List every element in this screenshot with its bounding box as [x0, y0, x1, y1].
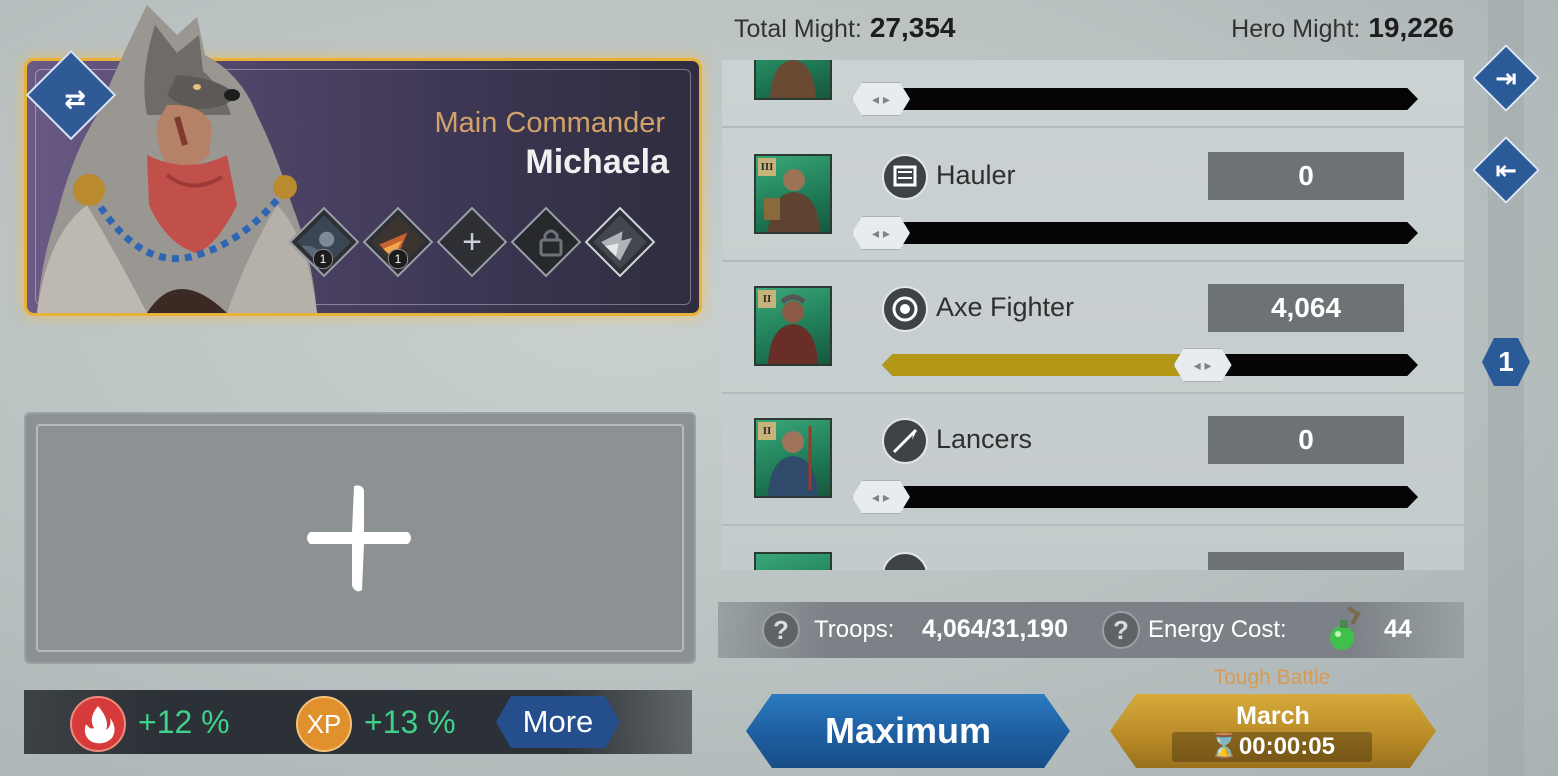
troops-label: Troops: — [814, 616, 895, 643]
more-button[interactable]: More — [496, 696, 620, 748]
total-might-value: 27,354 — [869, 12, 956, 43]
hero-might-value: 19,226 — [1368, 12, 1454, 43]
slider-handle[interactable]: ◂ ▸ — [1173, 348, 1232, 382]
axe-fighter-icon — [882, 286, 928, 332]
march-label: March — [1236, 702, 1310, 730]
hero-might: Hero Might: 19,226 — [1231, 12, 1454, 44]
troops-help-icon[interactable]: ? — [762, 611, 800, 649]
troop-count-input[interactable]: 0 — [1208, 152, 1404, 200]
maximum-label: Maximum — [824, 710, 992, 751]
secondary-commander-slot[interactable] — [24, 412, 696, 664]
troop-row-hauler: III Hauler 0 ◂ ▸ — [722, 128, 1464, 262]
total-might: Total Might: 27,354 — [734, 12, 955, 44]
troop-name: Lancers — [936, 424, 1033, 454]
troop-row-axe-fighter: II Axe Fighter 4,064 ◂ ▸ — [722, 260, 1464, 394]
hero-might-label: Hero Might: — [1231, 15, 1361, 43]
skill-count-badge: 1 — [388, 249, 408, 269]
enter-icon: ⇤ — [1495, 155, 1517, 185]
troop-portrait-axe-fighter[interactable]: II — [754, 286, 832, 366]
slider-handle[interactable]: ◂ ▸ — [852, 82, 910, 116]
tier-badge: II — [758, 422, 776, 440]
troop-count-input[interactable]: 4,064 — [1208, 284, 1404, 332]
energy-cost-label: Energy Cost: — [1148, 616, 1287, 643]
march-button[interactable]: March ⌛00:00:05 — [1110, 694, 1436, 768]
slider-handle[interactable]: ◂ ▸ — [852, 216, 910, 250]
swap-arrows-icon: ⇄ — [64, 84, 86, 114]
lancers-icon — [882, 418, 928, 464]
commander-name: Michaela — [525, 143, 669, 181]
troop-slider[interactable] — [882, 354, 1418, 376]
skill-count-badge: 1 — [313, 249, 333, 269]
troop-count-input[interactable] — [1208, 552, 1404, 570]
add-skill-icon: + — [462, 223, 482, 261]
tier-badge: II — [758, 290, 776, 308]
tier-badge: III — [758, 158, 776, 176]
energy-potion-icon — [1330, 606, 1361, 650]
troop-name: Axe Fighter — [936, 292, 1075, 322]
troop-portrait[interactable] — [754, 552, 832, 570]
troop-type-icon — [882, 552, 928, 570]
add-commander-icon — [307, 485, 411, 592]
slider-handle[interactable]: ◂ ▸ — [852, 480, 910, 514]
troop-name: Hauler — [936, 160, 1016, 190]
troop-count-input[interactable]: 0 — [1208, 416, 1404, 464]
troops-value: 4,064/31,190 — [922, 615, 1068, 643]
march-timer: ⌛00:00:05 — [1172, 732, 1372, 762]
maximum-button[interactable]: Maximum — [746, 694, 1070, 768]
troop-row: ◂ ▸ — [722, 60, 1464, 128]
troop-slider[interactable] — [882, 486, 1418, 508]
right-rail — [1488, 0, 1524, 776]
troop-portrait-hauler[interactable]: III — [754, 154, 832, 234]
march-info-strip: ? Troops: 4,064/31,190 ? Energy Cost: 44 — [718, 602, 1464, 658]
xp-bonus-icon[interactable]: XP — [296, 696, 352, 752]
hauler-icon — [882, 154, 928, 200]
troop-row-lancers: II Lancers 0 ◂ ▸ — [722, 392, 1464, 526]
bonus-bar: +12 % XP +13 % More — [24, 690, 692, 754]
battle-difficulty-label: Tough Battle — [1213, 666, 1331, 689]
commander-role: Main Commander — [434, 107, 665, 139]
energy-help-icon[interactable]: ? — [1102, 611, 1140, 649]
troop-list[interactable]: ◂ ▸ III Hauler 0 ◂ ▸ II Axe Fighter 4,06… — [722, 60, 1464, 570]
xp-bonus-value: +13 % — [364, 704, 456, 740]
troop-slider[interactable] — [882, 222, 1418, 244]
troop-row — [722, 526, 1464, 570]
energy-cost-value: 44 — [1384, 615, 1412, 643]
troop-portrait[interactable] — [754, 60, 832, 100]
troop-slider[interactable] — [882, 88, 1418, 110]
troop-portrait-lancers[interactable]: II — [754, 418, 832, 498]
lock-icon — [539, 229, 563, 257]
total-might-label: Total Might: — [734, 15, 862, 43]
fire-bonus-icon[interactable] — [70, 696, 126, 752]
exit-icon: ⇥ — [1495, 63, 1517, 93]
fire-bonus-value: +12 % — [138, 704, 230, 740]
main-commander-card[interactable]: ⇄ Main Commander Michaela 1 1 + — [24, 5, 702, 316]
